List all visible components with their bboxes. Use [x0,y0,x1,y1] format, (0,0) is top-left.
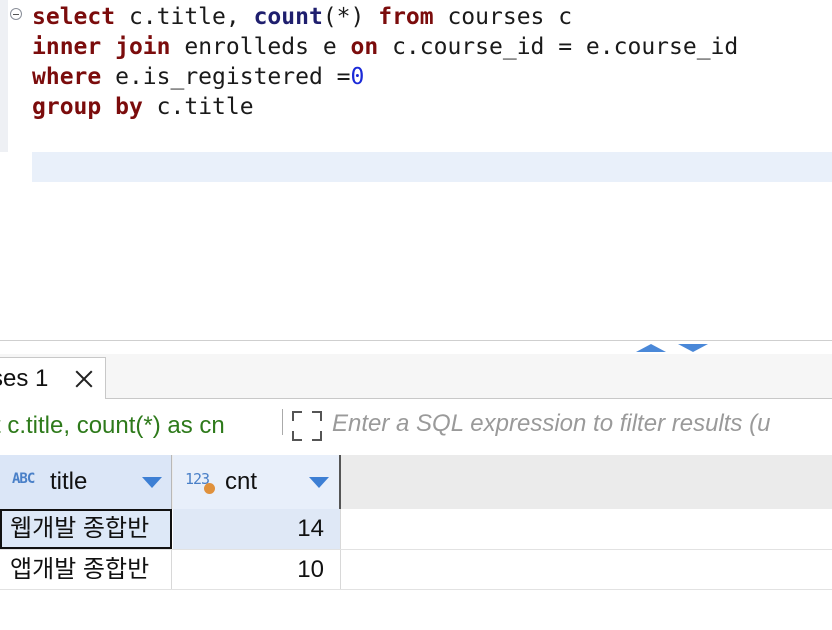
sql-function: count [253,4,323,30]
query-text: t c.title, count(*) as cn [0,412,225,439]
fold-minus-icon[interactable] [10,8,22,20]
sql-text: c.course_id = e.course_id [378,34,739,60]
sql-text: e.is_registered = [101,64,351,90]
sql-keyword: from [378,4,434,30]
editor-gutter [0,0,8,152]
tab-label: ses 1 [0,364,49,392]
sql-keyword: group [32,94,102,120]
cell-cnt[interactable]: 14 [173,509,341,549]
sql-text: c.title [142,94,254,120]
sql-code[interactable]: select c.title, count(*) from courses ci… [32,2,738,122]
sql-keyword: on [350,34,379,60]
sql-text: enrolleds e [170,34,351,60]
maximize-results-arrow-icon[interactable] [678,344,708,352]
sql-keyword: by [115,94,143,120]
results-grid[interactable]: ABC title 123 cnt 웹개발 종합반 14 앱개발 종합반 10 [0,455,832,600]
maximize-editor-arrow-icon[interactable] [636,344,666,352]
sql-keyword: where [32,64,102,90]
sql-keyword: select [32,4,116,30]
column-name: cnt [225,468,258,495]
column-name: title [50,468,88,495]
sql-keyword: join [115,34,171,60]
code-line[interactable]: group by c.title [32,92,738,122]
cell-title[interactable]: 앱개발 종합반 [0,550,172,590]
sql-text: (*) [322,4,379,30]
sql-editor[interactable]: select c.title, count(*) from courses ci… [0,0,832,340]
close-icon[interactable] [75,370,93,388]
string-type-icon: ABC [12,471,35,487]
tab-results[interactable]: ses 1 [0,357,106,399]
sql-keyword: inner [32,34,102,60]
column-header-title[interactable]: ABC title [0,455,172,509]
divider [282,409,283,435]
sql-text: c.title, [115,4,254,30]
cell-title[interactable]: 웹개발 종합반 [0,509,172,549]
code-line[interactable]: where e.is_registered =0 [32,62,738,92]
table-row[interactable]: 웹개발 종합반 14 [0,509,832,549]
expand-icon[interactable] [292,411,322,441]
cell-cnt[interactable]: 10 [173,550,341,590]
column-header-cnt[interactable]: 123 cnt [173,455,341,509]
filter-input[interactable] [332,407,832,441]
sql-number: 0 [350,64,365,90]
key-dot-icon [204,483,215,494]
table-row-empty [0,589,832,630]
sort-down-arrow-icon[interactable] [142,477,162,488]
table-row[interactable]: 앱개발 종합반 10 [0,549,832,590]
results-tab-bar: ses 1 [0,354,832,399]
sql-text: courses c [433,4,573,30]
filter-bar: t c.title, count(*) as cn [0,399,832,455]
sort-down-arrow-icon[interactable] [309,477,329,488]
current-line-highlight [32,152,832,182]
code-line[interactable]: select c.title, count(*) from courses c [32,2,738,32]
code-line[interactable]: inner join enrolleds e on c.course_id = … [32,32,738,62]
